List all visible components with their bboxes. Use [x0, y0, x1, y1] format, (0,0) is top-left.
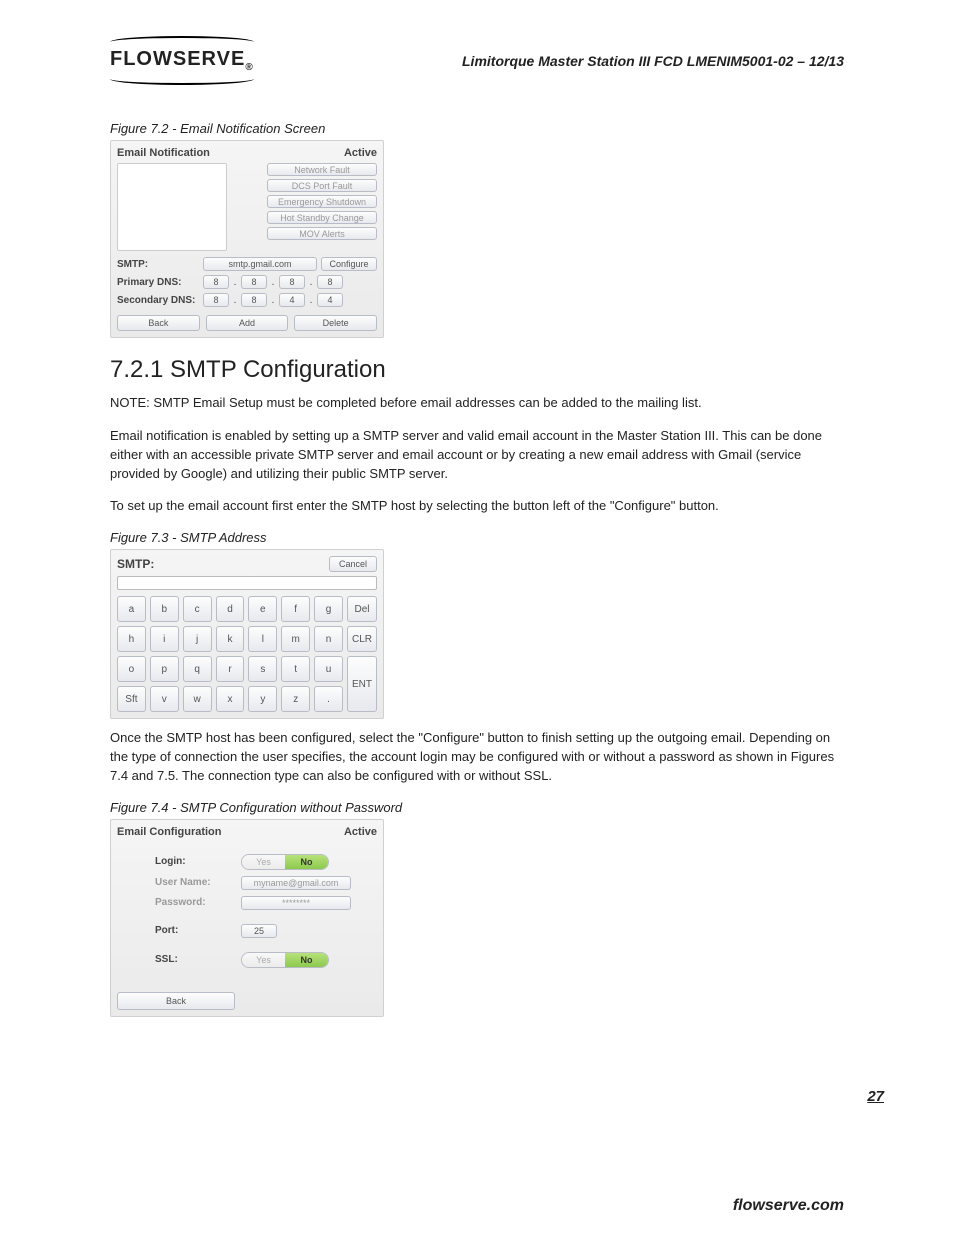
section-heading: 7.2.1 SMTP Configuration [110, 356, 844, 384]
key-k[interactable]: k [216, 626, 245, 652]
panel-title: Email Configuration [117, 826, 222, 838]
paragraph-1: Email notification is enabled by setting… [110, 427, 844, 484]
email-listbox[interactable] [117, 163, 227, 251]
sdns-oct4[interactable]: 4 [317, 293, 343, 307]
username-label: User Name: [121, 877, 241, 888]
key-n[interactable]: n [314, 626, 343, 652]
sdns-oct2[interactable]: 8 [241, 293, 267, 307]
login-toggle[interactable]: Yes No [241, 854, 329, 870]
key-h[interactable]: h [117, 626, 146, 652]
fault-dcs[interactable]: DCS Port Fault [267, 179, 377, 192]
key-i[interactable]: i [150, 626, 179, 652]
sdns-oct3[interactable]: 4 [279, 293, 305, 307]
key-u[interactable]: u [314, 656, 343, 682]
email-config-panel: Email Configuration Active Login: Yes No… [110, 819, 384, 1017]
document-title: Limitorque Master Station III FCD LMENIM… [462, 53, 844, 69]
key-d[interactable]: d [216, 596, 245, 622]
smtp-keyboard-panel: SMTP: Cancel a b c d e f g Del h i j k l… [110, 549, 384, 719]
panel-status: Active [344, 147, 377, 159]
ssl-label: SSL: [121, 954, 241, 965]
smtp-value-button[interactable]: smtp.gmail.com [203, 257, 317, 271]
key-t[interactable]: t [281, 656, 310, 682]
key-a[interactable]: a [117, 596, 146, 622]
site-url: flowserve.com [733, 1197, 844, 1215]
sdns-oct1[interactable]: 8 [203, 293, 229, 307]
fault-network[interactable]: Network Fault [267, 163, 377, 176]
email-notification-panel: Email Notification Active Network Fault … [110, 140, 384, 338]
secondary-dns-label: Secondary DNS: [117, 295, 199, 306]
key-z[interactable]: z [281, 686, 310, 712]
figure-7-2-caption: Figure 7.2 - Email Notification Screen [110, 121, 844, 136]
primary-dns-label: Primary DNS: [117, 277, 199, 288]
page-number: 27 [867, 1088, 884, 1105]
pdns-oct3[interactable]: 8 [279, 275, 305, 289]
smtp-label: SMTP: [117, 259, 199, 270]
key-dot[interactable]: . [314, 686, 343, 712]
back-button[interactable]: Back [117, 315, 200, 331]
fault-emergency[interactable]: Emergency Shutdown [267, 195, 377, 208]
smtp-input[interactable] [117, 576, 377, 590]
password-value[interactable]: ******** [241, 896, 351, 910]
delete-button[interactable]: Delete [294, 315, 377, 331]
key-e[interactable]: e [248, 596, 277, 622]
port-label: Port: [121, 925, 241, 936]
figure-7-3-caption: Figure 7.3 - SMTP Address [110, 530, 844, 545]
key-q[interactable]: q [183, 656, 212, 682]
paragraph-2: To set up the email account first enter … [110, 497, 844, 516]
key-g[interactable]: g [314, 596, 343, 622]
key-s[interactable]: s [248, 656, 277, 682]
key-p[interactable]: p [150, 656, 179, 682]
pdns-oct2[interactable]: 8 [241, 275, 267, 289]
key-clr[interactable]: CLR [347, 626, 377, 652]
key-c[interactable]: c [183, 596, 212, 622]
username-value[interactable]: myname@gmail.com [241, 876, 351, 890]
key-b[interactable]: b [150, 596, 179, 622]
key-f[interactable]: f [281, 596, 310, 622]
key-r[interactable]: r [216, 656, 245, 682]
key-v[interactable]: v [150, 686, 179, 712]
password-label: Password: [121, 897, 241, 908]
pdns-oct4[interactable]: 8 [317, 275, 343, 289]
key-del[interactable]: Del [347, 596, 377, 622]
add-button[interactable]: Add [206, 315, 289, 331]
key-m[interactable]: m [281, 626, 310, 652]
key-sft[interactable]: Sft [117, 686, 146, 712]
smtp-kb-label: SMTP: [117, 557, 154, 571]
key-j[interactable]: j [183, 626, 212, 652]
paragraph-3: Once the SMTP host has been configured, … [110, 729, 844, 786]
back-button[interactable]: Back [117, 992, 235, 1010]
key-o[interactable]: o [117, 656, 146, 682]
key-w[interactable]: w [183, 686, 212, 712]
figure-7-4-caption: Figure 7.4 - SMTP Configuration without … [110, 800, 844, 815]
fault-standby[interactable]: Hot Standby Change [267, 211, 377, 224]
key-y[interactable]: y [248, 686, 277, 712]
key-ent[interactable]: ENT [347, 656, 377, 712]
pdns-oct1[interactable]: 8 [203, 275, 229, 289]
key-l[interactable]: l [248, 626, 277, 652]
cancel-button[interactable]: Cancel [329, 556, 377, 572]
flowserve-logo: FLOWSERVE® [110, 40, 254, 81]
panel-title: Email Notification [117, 147, 210, 159]
fault-mov[interactable]: MOV Alerts [267, 227, 377, 240]
panel-status: Active [344, 826, 377, 838]
login-label: Login: [121, 856, 241, 867]
key-x[interactable]: x [216, 686, 245, 712]
ssl-toggle[interactable]: Yes No [241, 952, 329, 968]
configure-button[interactable]: Configure [321, 257, 377, 271]
port-value[interactable]: 25 [241, 924, 277, 938]
note-text: NOTE: SMTP Email Setup must be completed… [110, 394, 844, 413]
